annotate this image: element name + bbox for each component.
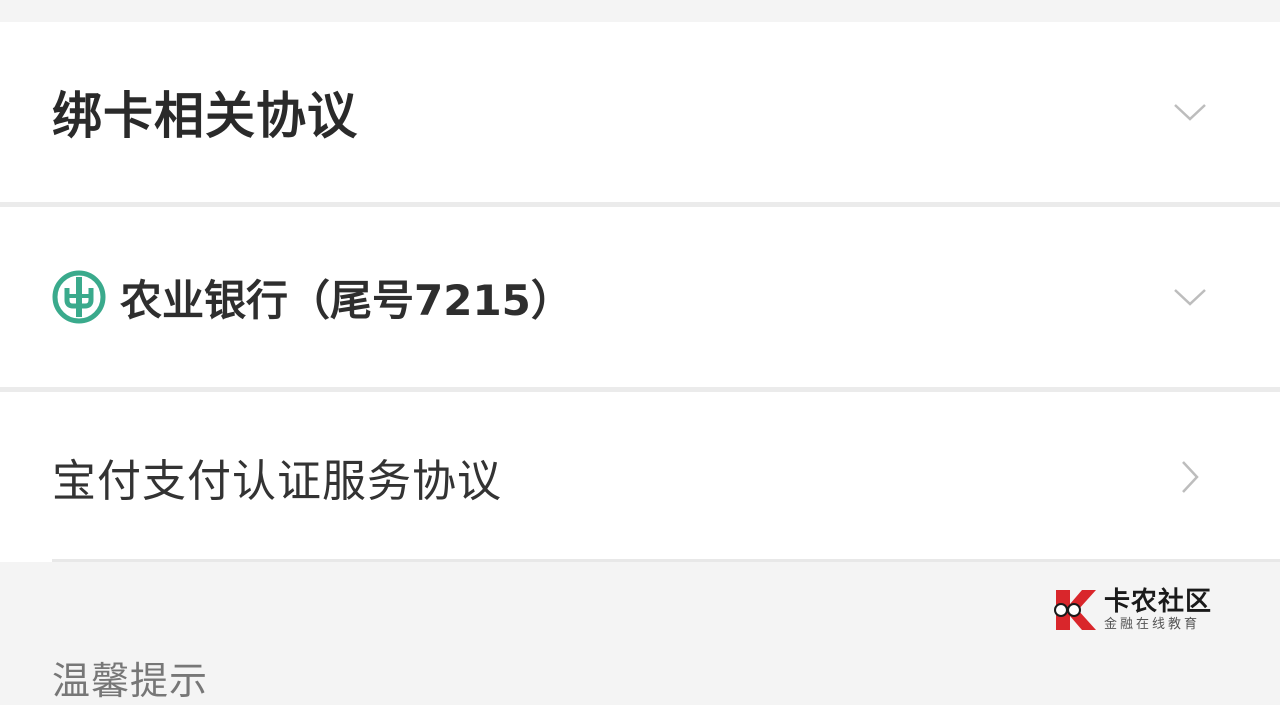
chevron-down-icon[interactable] [1170, 92, 1210, 132]
abc-bank-logo-icon [52, 270, 106, 324]
agreement-card: 绑卡相关协议 农业银行（尾号7215） 宝付支付认证服务协议 [0, 22, 1280, 562]
binding-agreements-header[interactable]: 绑卡相关协议 [0, 22, 1280, 202]
binding-agreements-title: 绑卡相关协议 [52, 87, 358, 145]
service-agreement-link[interactable]: 宝付支付认证服务协议 [0, 392, 1280, 562]
kanong-logo-icon [1053, 590, 1096, 630]
watermark: 卡农社区 金融在线教育 [1050, 586, 1212, 634]
bank-card-row[interactable]: 农业银行（尾号7215） [0, 207, 1280, 387]
bank-name: 农业银行（尾号7215） [120, 275, 573, 325]
tips-area: 卡农社区 金融在线教育 温馨提示 [0, 562, 1280, 703]
tips-title: 温馨提示 [52, 659, 209, 703]
watermark-subtitle: 金融在线教育 [1103, 617, 1200, 632]
watermark-title: 卡农社区 [1103, 587, 1212, 617]
chevron-right-icon[interactable] [1170, 457, 1210, 497]
chevron-down-icon[interactable] [1170, 277, 1210, 317]
service-agreement-title: 宝付支付认证服务协议 [52, 456, 502, 507]
top-gap [0, 0, 1280, 22]
